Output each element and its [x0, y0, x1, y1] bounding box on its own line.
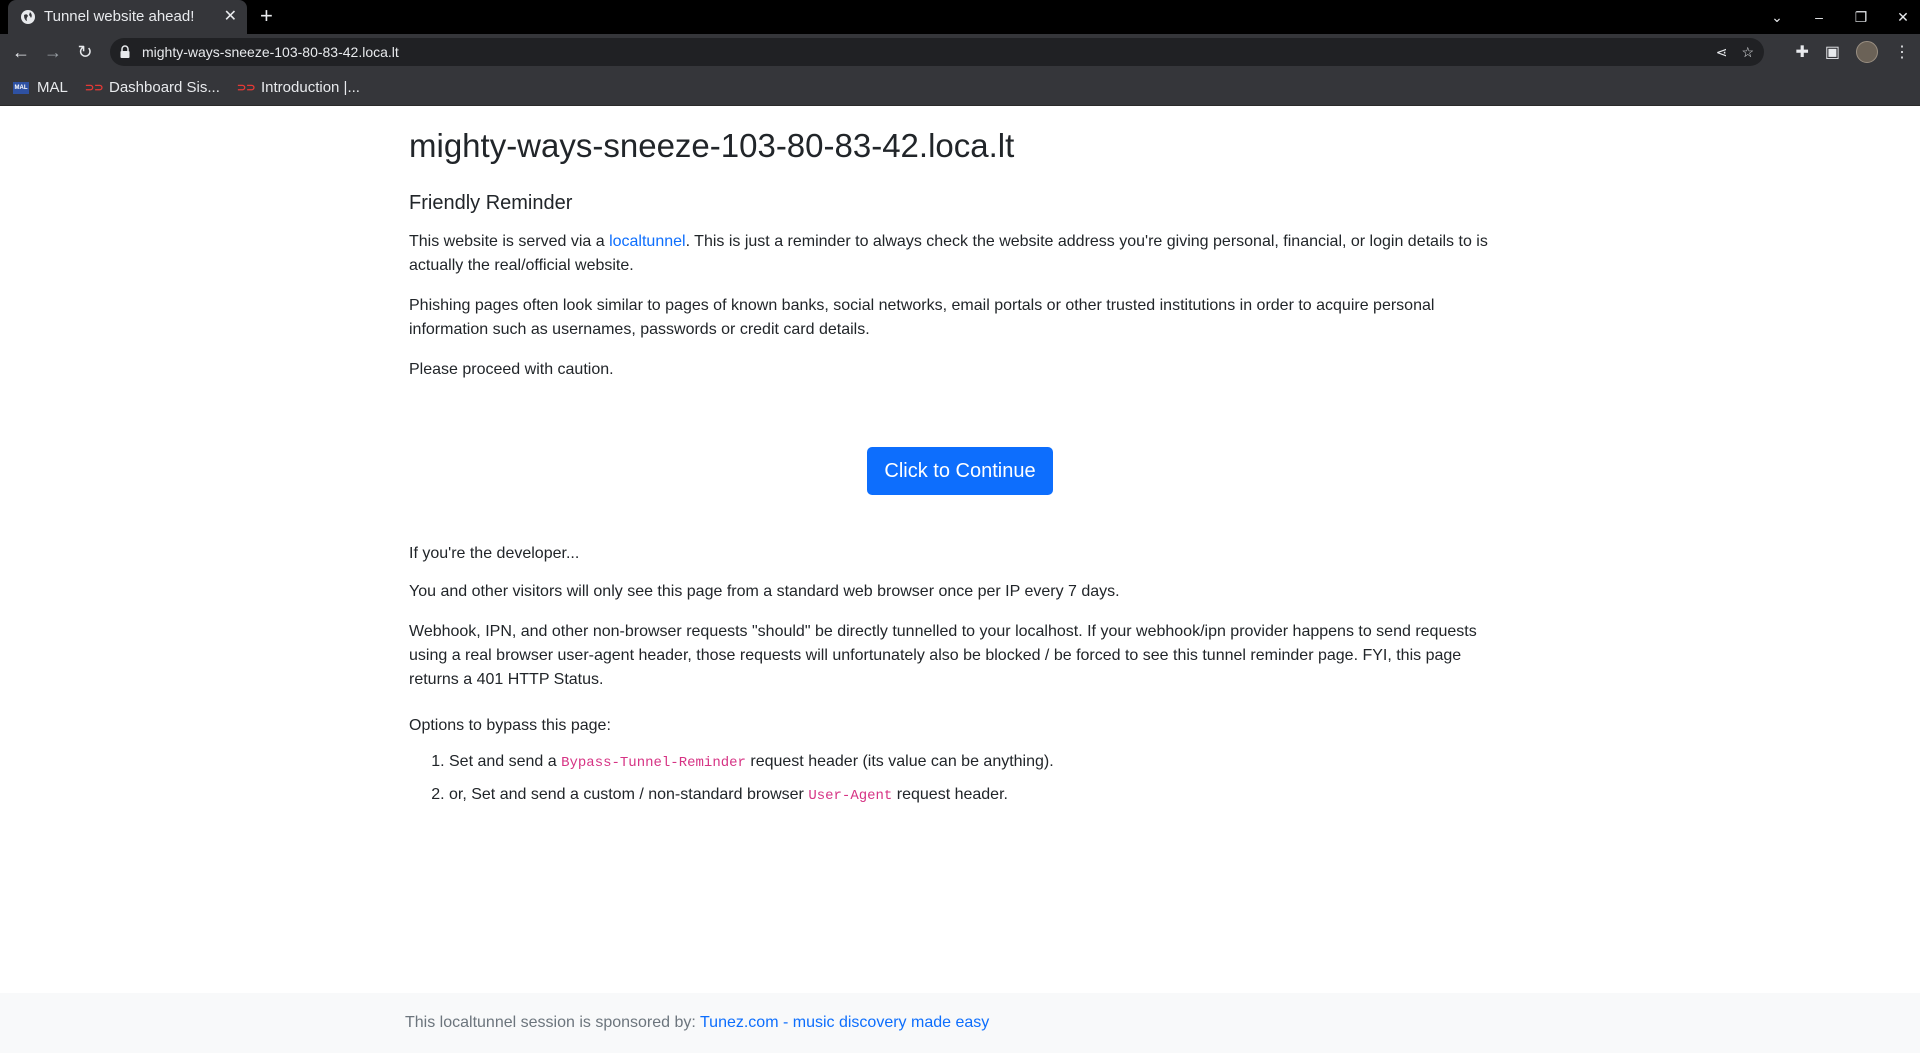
- bookmark-star-icon[interactable]: ☆: [1741, 44, 1754, 61]
- bookmark-dashboard[interactable]: ⊃⊃ Dashboard Sis...: [85, 70, 220, 105]
- bookmark-introduction[interactable]: ⊃⊃ Introduction |...: [237, 70, 360, 105]
- option-text: request header (its value can be anythin…: [745, 753, 1054, 770]
- footer-text: This localtunnel session is sponsored by…: [405, 1014, 700, 1031]
- globe-icon: [21, 10, 35, 24]
- sponsor-link[interactable]: Tunez.com - music discovery made easy: [700, 1014, 989, 1031]
- back-icon[interactable]: ←: [9, 34, 33, 70]
- developer-intro: If you're the developer...: [409, 545, 580, 562]
- close-window-icon[interactable]: ✕: [1896, 9, 1910, 26]
- option-text: or, Set and send a custom / non-standard…: [449, 786, 809, 803]
- bookmark-label: Dashboard Sis...: [109, 79, 220, 96]
- restore-icon[interactable]: ❐: [1854, 9, 1868, 26]
- red-logo-icon: ⊃⊃: [85, 82, 104, 95]
- url-text[interactable]: mighty-ways-sneeze-103-80-83-42.loca.lt: [142, 38, 399, 66]
- bookmarks-bar: MAL MAL ⊃⊃ Dashboard Sis... ⊃⊃ Introduction…: [0, 70, 1920, 106]
- window-controls: ⌄ – ❐ ✕: [1770, 0, 1910, 34]
- bookmark-mal[interactable]: MAL MAL: [13, 70, 68, 105]
- bookmark-label: MAL: [37, 79, 68, 96]
- section-heading: Friendly Reminder: [409, 192, 573, 214]
- menu-icon[interactable]: ⋮: [1894, 42, 1910, 62]
- share-icon[interactable]: ⋖: [1716, 44, 1728, 61]
- served-via-paragraph: This website is served via a localtunnel…: [409, 230, 1494, 278]
- list-item: Set and send a Bypass-Tunnel-Reminder re…: [449, 750, 1054, 775]
- new-tab-button[interactable]: +: [260, 0, 273, 32]
- options-title: Options to bypass this page:: [409, 717, 611, 734]
- browser-toolbar: ← → ↻ mighty-ways-sneeze-103-80-83-42.lo…: [0, 34, 1920, 70]
- profile-avatar[interactable]: [1856, 41, 1878, 63]
- bypass-options-list: Set and send a Bypass-Tunnel-Reminder re…: [409, 750, 1054, 816]
- header-code: User-Agent: [808, 788, 893, 804]
- red-logo-icon: ⊃⊃: [237, 82, 256, 95]
- tab-search-icon[interactable]: ⌄: [1770, 9, 1784, 26]
- option-text: Set and send a: [449, 753, 562, 770]
- localtunnel-link[interactable]: localtunnel: [609, 233, 686, 250]
- phishing-paragraph: Phishing pages often look similar to pag…: [409, 297, 1435, 338]
- list-item: or, Set and send a custom / non-standard…: [449, 783, 1054, 808]
- caution-paragraph: Please proceed with caution.: [409, 361, 614, 378]
- forward-icon[interactable]: →: [41, 34, 65, 70]
- mal-icon: MAL: [13, 82, 29, 95]
- address-bar[interactable]: mighty-ways-sneeze-103-80-83-42.loca.lt …: [110, 38, 1764, 66]
- option-text: request header.: [892, 786, 1008, 803]
- footer-inner: This localtunnel session is sponsored by…: [405, 993, 989, 1053]
- minimize-icon[interactable]: –: [1812, 9, 1826, 25]
- visitor-frequency-paragraph: You and other visitors will only see thi…: [409, 583, 1120, 600]
- page-title: mighty-ways-sneeze-103-80-83-42.loca.lt: [409, 127, 1015, 164]
- close-tab-icon[interactable]: ✕: [224, 0, 237, 34]
- extensions-icon[interactable]: ✚: [1795, 42, 1808, 62]
- reload-icon[interactable]: ↻: [73, 34, 97, 70]
- continue-button[interactable]: Click to Continue: [867, 447, 1053, 495]
- omnibox-actions: ⋖ ☆: [1716, 38, 1754, 66]
- browser-tab[interactable]: Tunnel website ahead! ✕: [8, 0, 247, 34]
- side-panel-icon[interactable]: ▣: [1825, 42, 1840, 62]
- p1-text-start: This website is served via a: [409, 233, 610, 250]
- sponsor-footer: This localtunnel session is sponsored by…: [0, 993, 1920, 1053]
- webhook-paragraph: Webhook, IPN, and other non-browser requ…: [409, 623, 1477, 688]
- toolbar-actions: ✚ ▣ ⋮: [1795, 34, 1910, 70]
- tab-title: Tunnel website ahead!: [44, 8, 195, 25]
- bookmark-label: Introduction |...: [261, 79, 360, 96]
- header-code: Bypass-Tunnel-Reminder: [561, 755, 746, 771]
- lock-icon[interactable]: [120, 45, 130, 59]
- tab-strip: Tunnel website ahead! ✕ + ⌄ – ❐ ✕: [0, 0, 1920, 34]
